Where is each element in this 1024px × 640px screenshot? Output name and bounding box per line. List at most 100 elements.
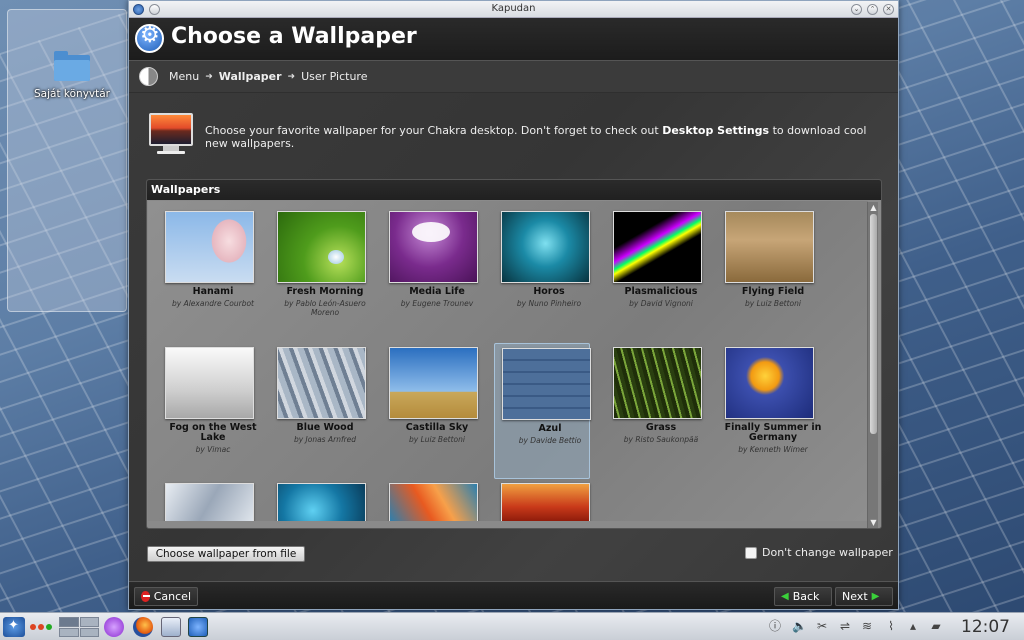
- breadcrumb-user-picture[interactable]: User Picture: [301, 70, 367, 83]
- desktop-settings-link: Desktop Settings: [662, 124, 770, 137]
- scroll-handle[interactable]: [870, 214, 877, 434]
- wallpaper-author: by Kenneth Wimer: [738, 445, 808, 454]
- wallpaper-name: Azul: [538, 423, 562, 434]
- wallpaper-author: by Luiz Bettoni: [745, 299, 801, 308]
- wallpapers-header: Wallpapers: [147, 180, 881, 200]
- info-icon[interactable]: ⓘ: [768, 619, 782, 633]
- wallpaper-name: Blue Wood: [296, 422, 354, 433]
- scissors-icon[interactable]: ✂: [815, 619, 829, 633]
- minimize-button[interactable]: ⌄: [851, 4, 862, 15]
- wallpaper-author: by Vimac: [195, 445, 231, 454]
- gear-icon: [135, 23, 164, 53]
- wallpaper-item-selected[interactable]: Azul by Davide Bettio: [494, 343, 591, 479]
- cancel-label: Cancel: [153, 590, 191, 603]
- arrow-right-icon: ▶: [871, 591, 880, 602]
- wallpaper-grid[interactable]: Hanami by Alexandre Courbot Fresh Mornin…: [148, 201, 868, 521]
- wallpaper-name: Castilla Sky: [405, 422, 469, 433]
- dont-change-checkbox[interactable]: [745, 546, 757, 559]
- intro-text: Choose your favorite wallpaper for your …: [205, 124, 875, 150]
- close-button[interactable]: ✕: [883, 4, 894, 15]
- progress-moon-icon: [139, 67, 158, 86]
- clock[interactable]: 12:07: [961, 617, 1010, 637]
- tray-expand-icon[interactable]: ▴: [906, 619, 920, 633]
- monitor-wallpaper-icon: [149, 113, 193, 155]
- wallpaper-name: Fog on the West Lake: [169, 422, 257, 443]
- wallpaper-item[interactable]: [158, 479, 254, 521]
- wallpaper-scrollbar[interactable]: ▲ ▼: [867, 202, 878, 528]
- usb-icon[interactable]: ⇌: [838, 619, 852, 633]
- back-button[interactable]: ◀ Back: [774, 587, 832, 606]
- scroll-down-icon[interactable]: ▼: [868, 517, 879, 528]
- window-title: Kapudan: [491, 3, 536, 14]
- folder-view-widget: Saját könyvtár: [7, 9, 127, 312]
- breadcrumb-wallpaper[interactable]: Wallpaper: [219, 70, 282, 83]
- choose-wallpaper-from-file-button[interactable]: Choose wallpaper from file: [147, 546, 305, 562]
- volume-icon[interactable]: 🔈: [792, 619, 807, 633]
- kapudan-window: Kapudan ⌄ ⌃ ✕ Choose a Wallpaper Menu ➜ …: [128, 0, 899, 610]
- cancel-icon: [141, 591, 150, 602]
- activity-icon[interactable]: [30, 617, 56, 637]
- wallpaper-name: Fresh Morning: [286, 286, 364, 297]
- scroll-up-icon[interactable]: ▲: [868, 202, 879, 213]
- wallpaper-item[interactable]: Horos by Nuno Pinheiro: [494, 207, 590, 343]
- wallpaper-author: by David Vignoni: [629, 299, 693, 308]
- wizard-footer: Cancel ◀ Back Next ▶: [129, 581, 898, 609]
- wallpaper-item[interactable]: Grass by Risto Saukonpää: [606, 343, 702, 479]
- wallpaper-name: Media Life: [409, 286, 465, 297]
- arrow-icon: ➜: [287, 71, 296, 82]
- next-button[interactable]: Next ▶: [835, 587, 893, 606]
- wallpaper-item[interactable]: Fog on the West Lake by Vimac: [158, 343, 257, 479]
- wallpaper-item[interactable]: Plasmalicious by David Vignoni: [606, 207, 702, 343]
- intro-text-part: Choose your favorite wallpaper for your …: [205, 124, 663, 137]
- next-label: Next: [842, 590, 868, 603]
- wallpaper-item[interactable]: Media Life by Eugene Trounev: [382, 207, 478, 343]
- folder-label[interactable]: Saját könyvtár: [12, 88, 132, 100]
- document-app-icon[interactable]: [161, 617, 181, 637]
- dont-change-wallpaper-option[interactable]: Don't change wallpaper: [745, 546, 893, 559]
- dont-change-label: Don't change wallpaper: [762, 546, 893, 559]
- wallpaper-author: by Alexandre Courbot: [172, 299, 254, 308]
- wallpaper-name: Grass: [645, 422, 677, 433]
- chat-app-icon[interactable]: [104, 617, 124, 637]
- wallpaper-author: by Risto Saukonpää: [623, 435, 699, 444]
- wallpaper-author: by Jonas Arnfred: [293, 435, 357, 444]
- page-title: Choose a Wallpaper: [171, 24, 417, 49]
- content-area: Choose your favorite wallpaper for your …: [129, 93, 898, 581]
- wallpaper-item[interactable]: Blue Wood by Jonas Arnfred: [270, 343, 366, 479]
- wallpaper-item[interactable]: Flying Field by Luiz Bettoni: [718, 207, 814, 343]
- wallpaper-item[interactable]: Fresh Morning by Pablo León-Asuero Moren…: [270, 207, 366, 343]
- wallpaper-name: Plasmalicious: [624, 286, 698, 297]
- kickoff-launcher-icon[interactable]: [3, 617, 25, 637]
- virtual-desktop-pager[interactable]: [59, 617, 99, 637]
- wallpaper-author: by Pablo León-Asuero Moreno: [284, 299, 366, 317]
- wallpaper-item[interactable]: Hanami by Alexandre Courbot: [158, 207, 254, 343]
- wallpaper-name: Hanami: [192, 286, 234, 297]
- battery-icon[interactable]: ▰: [926, 619, 946, 633]
- breadcrumb-menu[interactable]: Menu: [169, 70, 199, 83]
- wireless-icon[interactable]: ⌇: [884, 619, 898, 633]
- wallpaper-item[interactable]: Finally Summer in Germany by Kenneth Wim…: [718, 343, 821, 479]
- wallpaper-name: Finally Summer in Germany: [724, 422, 822, 443]
- maximize-button[interactable]: ⌃: [867, 4, 878, 15]
- folder-icon[interactable]: [54, 51, 90, 81]
- network-icon[interactable]: ≋: [860, 619, 874, 633]
- page-header: Choose a Wallpaper: [129, 18, 898, 60]
- window-titlebar[interactable]: Kapudan ⌄ ⌃ ✕: [129, 1, 898, 18]
- wallpaper-item[interactable]: [494, 479, 590, 521]
- wallpaper-author: by Luiz Bettoni: [409, 435, 465, 444]
- cancel-button[interactable]: Cancel: [134, 587, 198, 606]
- wallpaper-author: by Nuno Pinheiro: [516, 299, 582, 308]
- wallpaper-name: Flying Field: [741, 286, 805, 297]
- wallpaper-author: by Davide Bettio: [518, 436, 582, 445]
- taskbar: ⓘ 🔈 ✂ ⇌ ≋ ⌇ ▴ ▰ 12:07: [0, 612, 1024, 640]
- breadcrumb: Menu ➜ Wallpaper ➜ User Picture: [129, 60, 898, 92]
- arrow-icon: ➜: [205, 71, 213, 82]
- wallpaper-item[interactable]: [270, 479, 366, 521]
- wallpaper-item[interactable]: [382, 479, 478, 521]
- kapudan-task-icon[interactable]: [188, 617, 208, 637]
- wallpaper-name: Horos: [533, 286, 565, 297]
- wallpaper-item[interactable]: Castilla Sky by Luiz Bettoni: [382, 343, 478, 479]
- arrow-left-icon: ◀: [781, 591, 789, 602]
- firefox-icon[interactable]: [133, 617, 153, 637]
- back-label: Back: [792, 590, 820, 603]
